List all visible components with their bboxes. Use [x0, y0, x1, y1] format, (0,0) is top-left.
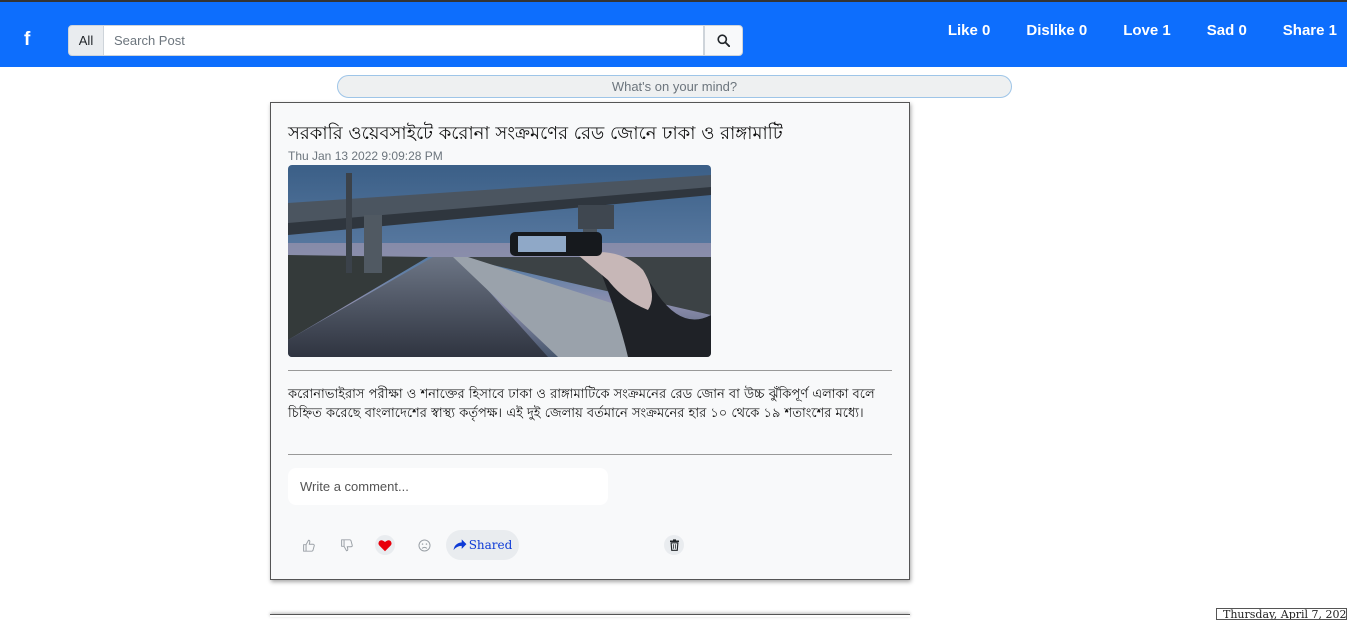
love-count[interactable]: Love 1 — [1123, 22, 1171, 39]
like-count[interactable]: Like 0 — [948, 22, 991, 39]
like-button[interactable] — [298, 535, 318, 555]
sad-button[interactable] — [414, 535, 434, 555]
comment-input[interactable]: Write a comment... — [288, 468, 608, 505]
navbar: f All Search Post Like 0 Dislike 0 Love … — [0, 2, 1347, 67]
thumbs-up-icon — [302, 539, 315, 552]
share-label: Shared — [468, 538, 513, 552]
heart-icon — [378, 539, 392, 551]
search-bar: All Search Post — [68, 25, 743, 56]
dislike-count[interactable]: Dislike 0 — [1026, 22, 1087, 39]
post-title: সরকারি ওয়েবসাইটে করোনা সংক্রমণের রেড জো… — [288, 123, 783, 144]
post-card: সরকারি ওয়েবসাইটে করোনা সংক্রমণের রেড জো… — [270, 102, 910, 580]
divider — [288, 370, 892, 371]
search-category-button[interactable]: All — [68, 25, 104, 56]
search-button[interactable] — [704, 25, 743, 56]
search-icon — [717, 34, 730, 47]
share-arrow-icon — [453, 539, 467, 551]
divider — [288, 454, 892, 455]
dislike-button[interactable] — [336, 535, 356, 555]
thumbs-down-icon — [340, 538, 353, 551]
current-date: Thursday, April 7, 2022 — [1216, 608, 1347, 620]
trash-icon — [669, 539, 679, 551]
sad-count[interactable]: Sad 0 — [1207, 22, 1247, 39]
post-actions: Shared — [288, 530, 708, 560]
share-count[interactable]: Share 1 — [1283, 22, 1337, 39]
facebook-logo-icon[interactable]: f — [24, 30, 40, 50]
reaction-stats: Like 0 Dislike 0 Love 1 Sad 0 Share 1 — [948, 22, 1337, 39]
love-button[interactable] — [375, 535, 395, 555]
post-body: করোনাভাইরাস পরীক্ষা ও শনাক্তের হিসাবে ঢা… — [288, 387, 875, 421]
post-date: Thu Jan 13 2022 9:09:28 PM — [288, 149, 443, 163]
sad-face-icon — [417, 538, 431, 552]
post-image — [288, 165, 711, 357]
create-post-input[interactable]: What's on your mind? — [337, 75, 1012, 98]
search-input[interactable]: Search Post — [104, 25, 704, 56]
delete-button[interactable] — [664, 535, 684, 555]
share-button[interactable]: Shared — [446, 530, 519, 560]
